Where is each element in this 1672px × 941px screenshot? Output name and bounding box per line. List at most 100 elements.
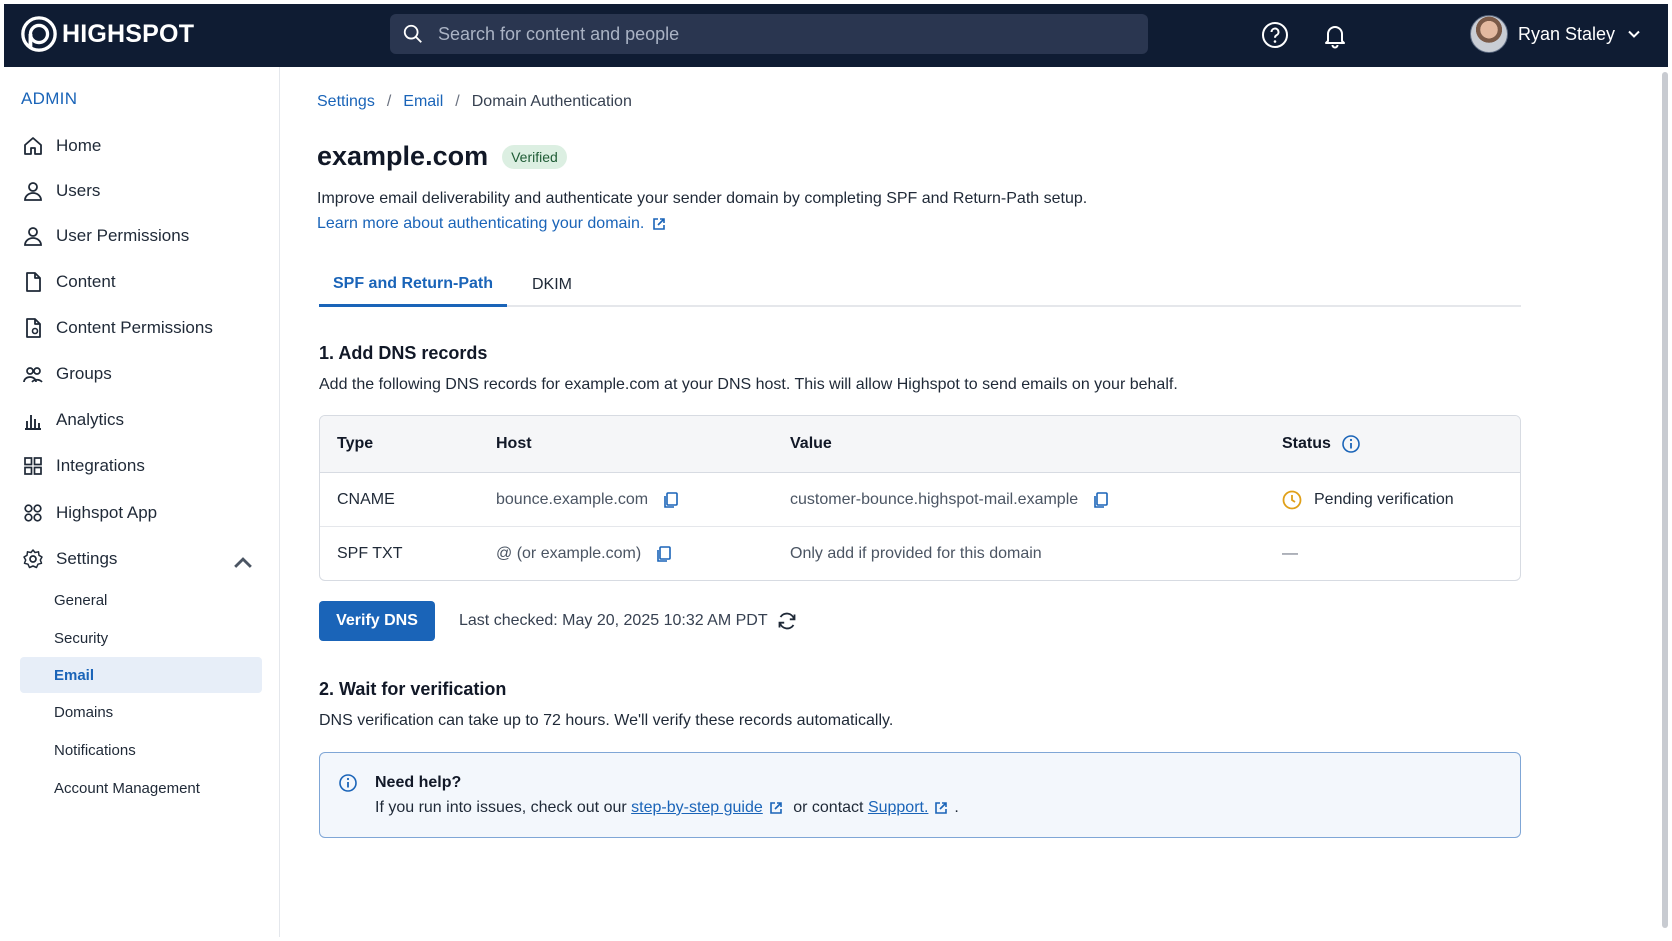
breadcrumb-current: Domain Authentication [471, 93, 632, 110]
help-suffix: . [954, 799, 959, 816]
chevron-down-icon [1628, 30, 1640, 38]
gear-icon [23, 549, 43, 569]
sidebar-item-home[interactable]: Home [22, 130, 262, 162]
table-row: SPF TXT @ (or example.com) Only add if p… [320, 527, 1520, 580]
support-link[interactable]: Support. [868, 799, 928, 817]
page-description: Improve email deliverability and authent… [317, 190, 1088, 207]
external-link-icon [769, 802, 782, 814]
user-name: Ryan Staley [1518, 23, 1616, 44]
step2-heading: 2. Wait for verification [319, 679, 507, 699]
page-title: example.com [317, 141, 489, 171]
sidebar-subitem-email[interactable]: Email [20, 657, 262, 693]
tab-bar: SPF and Return-Path DKIM [319, 263, 1521, 307]
sidebar-item-label: Highspot App [56, 503, 158, 522]
sidebar-item-content[interactable]: Content [22, 266, 262, 298]
sidebar-item-highspot-app[interactable]: Highspot App [22, 497, 262, 529]
help-text: If you run into issues, check out our st… [375, 799, 959, 817]
external-link-icon [653, 218, 666, 230]
user-icon [24, 182, 42, 201]
sidebar-subitem-account-management[interactable]: Account Management [20, 770, 262, 806]
sidebar-item-user-permissions[interactable]: User Permissions [22, 220, 262, 252]
sidebar-item-label: Groups [56, 364, 112, 383]
sidebar-item-settings[interactable]: Settings [22, 543, 262, 575]
breadcrumb-separator: / [386, 93, 392, 110]
analytics-icon [25, 415, 41, 430]
record-value: customer-bounce.highspot-mail.example [790, 490, 1079, 508]
learn-more-link[interactable]: Learn more about authenticating your dom… [317, 215, 666, 233]
verify-dns-button[interactable]: Verify DNS [319, 601, 435, 641]
copy-icon[interactable] [655, 545, 673, 563]
sidebar-item-integrations[interactable]: Integrations [22, 450, 262, 482]
groups-icon [23, 367, 43, 383]
status-badge: Verified [502, 144, 567, 169]
help-title: Need help? [375, 774, 462, 791]
integrations-icon [24, 457, 42, 475]
help-prefix: If you run into issues, check out our [375, 799, 632, 816]
sidebar-subitem-security[interactable]: Security [20, 620, 262, 656]
scrollbar[interactable] [1662, 72, 1668, 928]
search-input[interactable] [438, 23, 1118, 45]
clock-icon [1282, 490, 1302, 509]
step1-heading: 1. Add DNS records [319, 343, 488, 363]
table-row: CNAME bounce.example.com customer-bounce… [320, 473, 1520, 527]
bell-icon[interactable] [1320, 20, 1350, 50]
global-search[interactable] [390, 14, 1148, 54]
last-checked-text: Last checked: May 20, 2025 10:32 AM PDT [459, 612, 768, 629]
sidebar-item-label: User Permissions [56, 226, 190, 245]
dns-records-table: Type Host Value Status CNAME bounce.exam… [319, 415, 1521, 581]
breadcrumb-separator: / [455, 93, 460, 110]
title-row: example.com Verified [317, 141, 567, 172]
brand-name: HIGHSPOT [62, 19, 195, 48]
col-type-header: Type [337, 435, 374, 452]
copy-icon[interactable] [662, 491, 680, 509]
sidebar-item-label: Users [56, 181, 101, 200]
chevron-up-icon[interactable] [232, 552, 254, 574]
status-text: Pending verification [1314, 490, 1454, 508]
document-icon [26, 272, 41, 292]
col-status-header: Status [1282, 416, 1361, 472]
host-value: bounce.example.com [496, 490, 649, 508]
sidebar-item-content-permissions[interactable]: Content Permissions [22, 312, 262, 344]
main-content: Settings / Email / Domain Authentication… [281, 67, 1661, 937]
help-icon[interactable] [1260, 20, 1290, 50]
sidebar-section-label: ADMIN [21, 89, 78, 108]
status-header-label: Status [1282, 435, 1331, 452]
sidebar-subitem-general[interactable]: General [20, 582, 262, 618]
home-icon [24, 137, 42, 155]
host-value: @ (or example.com) [496, 545, 642, 562]
sidebar-subitem-notifications[interactable]: Notifications [20, 732, 262, 768]
step1-description: Add the following DNS records for exampl… [319, 376, 1178, 393]
info-icon[interactable] [1341, 434, 1361, 454]
user-permissions-icon [24, 227, 42, 246]
cell-host: bounce.example.com [496, 473, 680, 526]
cell-status: — [1282, 545, 1298, 562]
sidebar-item-label: Integrations [56, 456, 145, 475]
sidebar-item-label: Home [56, 136, 102, 155]
breadcrumb-email[interactable]: Email [403, 93, 443, 111]
refresh-icon[interactable] [776, 610, 798, 632]
breadcrumb-settings[interactable]: Settings [317, 93, 375, 111]
sidebar-item-label: Content [56, 272, 116, 291]
learn-more-label: Learn more about authenticating your dom… [317, 215, 645, 232]
info-icon [339, 774, 357, 792]
app-icon [24, 504, 42, 522]
step-by-step-guide-link[interactable]: step-by-step guide [631, 799, 763, 817]
copy-icon[interactable] [1092, 491, 1110, 509]
sidebar-item-users[interactable]: Users [22, 175, 262, 207]
user-menu[interactable]: Ryan Staley [1470, 14, 1641, 54]
help-callout: Need help? If you run into issues, check… [319, 752, 1521, 838]
external-link-icon [935, 802, 948, 814]
logo[interactable]: HIGHSPOT [20, 14, 194, 54]
sidebar-subitem-domains[interactable]: Domains [20, 694, 262, 730]
sidebar-item-analytics[interactable]: Analytics [22, 404, 262, 436]
tab-spf-return-path[interactable]: SPF and Return-Path [319, 263, 507, 307]
cell-status: Pending verification [1282, 473, 1454, 526]
cell-value: customer-bounce.highspot-mail.example [790, 473, 1110, 526]
top-bar: HIGHSPOT Ryan Staley [4, 4, 1668, 67]
last-checked: Last checked: May 20, 2025 10:32 AM PDT [459, 610, 798, 632]
content-permissions-icon [26, 318, 41, 338]
tab-dkim[interactable]: DKIM [515, 263, 589, 307]
help-middle: or contact [788, 799, 868, 816]
sidebar-item-label: Settings [56, 549, 118, 568]
sidebar-item-groups[interactable]: Groups [22, 358, 262, 390]
